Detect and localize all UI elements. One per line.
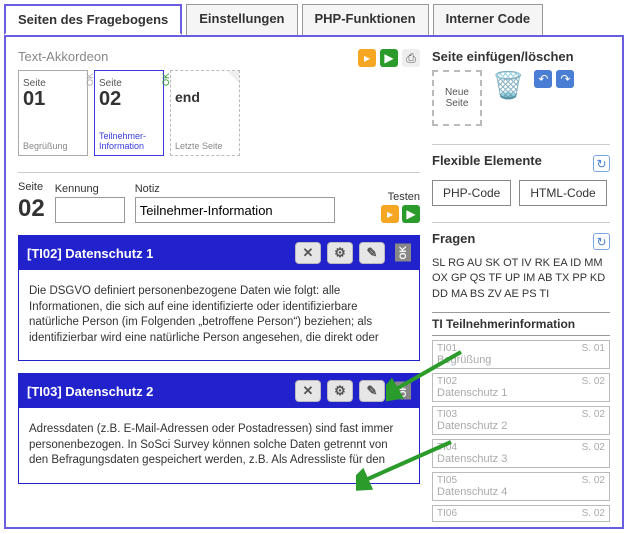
page-ops-title: Seite einfügen/löschen [432,49,610,64]
notiz-input[interactable] [135,197,335,223]
seite-number: 02 [18,195,45,223]
close-icon[interactable]: ✕ [295,242,321,264]
list-item[interactable]: TI02S. 02Datenschutz 1 [432,373,610,402]
gear-icon[interactable]: ⚙ [327,242,353,264]
edit-icon[interactable]: ✎ [359,380,385,402]
kennung-label: Kennung [55,183,125,195]
redo-icon[interactable]: ↷ [556,70,574,88]
gear-icon[interactable]: ⚙ [327,380,353,402]
ok-badge: OK [395,382,411,400]
print-icon[interactable]: ⎙ [402,49,420,67]
undo-icon[interactable]: ↶ [534,70,552,88]
block-body: Die DSGVO definiert personenbezogene Dat… [19,270,419,360]
tab-internal[interactable]: Interner Code [433,4,544,35]
html-code-button[interactable]: HTML-Code [519,180,606,206]
page-card-end[interactable]: end Letzte Seite [170,70,240,156]
test-step-icon[interactable]: ▸ [381,205,399,223]
question-list: TI01S. 01Begrüßung TI02S. 02Datenschutz … [432,336,610,522]
edit-icon[interactable]: ✎ [359,242,385,264]
content-block-ti03: [TI03] Datenschutz 2 ✕ ⚙ ✎ OK Adressdate… [18,373,420,484]
new-page-button[interactable]: Neue Seite [432,70,482,126]
list-item[interactable]: TI05S. 02Datenschutz 4 [432,472,610,501]
question-codes[interactable]: SL RG AU SK OT IV RK EA ID MM OX GP QS T… [432,256,610,302]
list-item[interactable]: TI04S. 02Datenschutz 3 [432,439,610,468]
tab-settings[interactable]: Einstellungen [186,4,297,35]
kennung-input[interactable] [55,197,125,223]
tab-pages[interactable]: Seiten des Fragebogens [4,4,182,35]
qlist-title: TI Teilnehmerinformation [432,312,610,336]
play-icon[interactable]: ▶ [380,49,398,67]
php-code-button[interactable]: PHP-Code [432,180,511,206]
ok-badge: OK [395,244,411,262]
notiz-label: Notiz [135,183,371,195]
seite-label: Seite [18,181,45,193]
tab-bar: Seiten des Fragebogens Einstellungen PHP… [0,0,628,35]
trash-icon[interactable]: 🗑️ [492,70,524,101]
test-play-icon[interactable]: ▶ [402,205,420,223]
testen-label: Testen [388,191,420,203]
list-item[interactable]: TI01S. 01Begrüßung [432,340,610,369]
close-icon[interactable]: ✕ [295,380,321,402]
tab-php[interactable]: PHP-Funktionen [302,4,429,35]
fragen-title: Fragen [432,231,475,246]
page-card-list: Seite 01 OK Begrüßung Seite 02 OK Teilne… [18,70,350,156]
reload-icon[interactable]: ↻ [593,233,610,250]
block-title: [TI03] Datenschutz 2 [27,384,153,399]
folder-icon[interactable]: ▸ [358,49,376,67]
content-block-ti02: [TI02] Datenschutz 1 ✕ ⚙ ✎ OK Die DSGVO … [18,235,420,361]
block-title: [TI02] Datenschutz 1 [27,246,153,261]
list-item[interactable]: TI06S. 02 [432,505,610,522]
block-body: Adressdaten (z.B. E-Mail-Adressen oder P… [19,408,419,483]
reload-icon[interactable]: ↻ [593,155,610,172]
page-card-01[interactable]: Seite 01 OK Begrüßung [18,70,88,156]
flex-title: Flexible Elemente [432,153,542,168]
accordion-label: Text-Akkordeon [18,49,350,64]
list-item[interactable]: TI03S. 02Datenschutz 2 [432,406,610,435]
page-card-02[interactable]: Seite 02 OK Teilnehmer-Information [94,70,164,156]
